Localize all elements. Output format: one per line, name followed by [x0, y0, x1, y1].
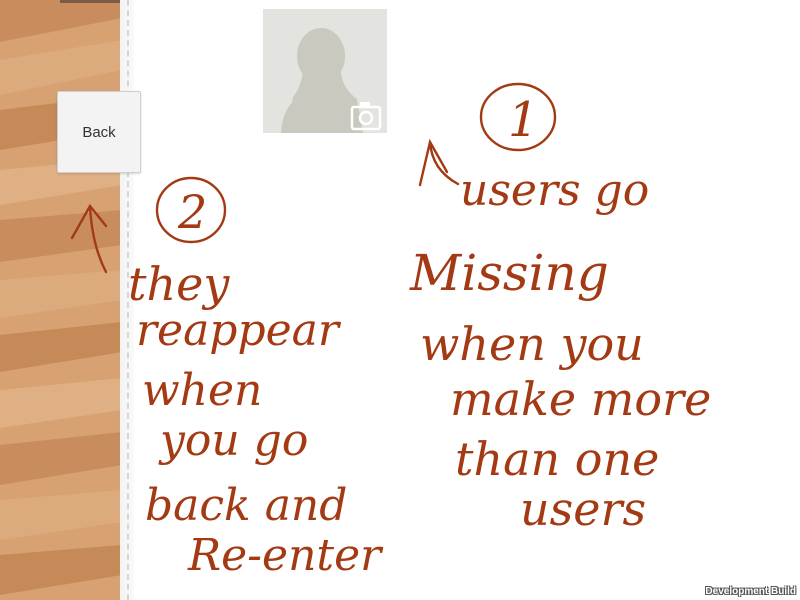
note2-number: 2 — [177, 185, 207, 239]
note1-line3: when you — [420, 317, 644, 371]
note2-line2: reappear — [136, 305, 342, 356]
note2-line3: when — [142, 365, 262, 416]
note1-line5: than one — [455, 432, 659, 486]
note1-number: 1 — [508, 92, 539, 148]
note2-line4: you go — [158, 415, 308, 466]
handwritten-annotations: 1 users go Missing when you make more th… — [70, 82, 711, 581]
app-screen: Back 1 users go Missing when you make mo… — [0, 0, 800, 600]
note1-arrow — [418, 138, 460, 187]
note2-line6: Re-enter — [187, 530, 384, 581]
development-build-label: Development Build — [705, 586, 796, 597]
note1-line1: users go — [460, 165, 649, 216]
note2-line5: back and — [145, 480, 347, 531]
note1-line4: make more — [450, 372, 711, 426]
note2-arrow — [70, 203, 108, 274]
note1-line2: Missing — [409, 244, 609, 302]
note2-line1: they — [128, 257, 230, 311]
note1-line6: users — [520, 482, 646, 536]
